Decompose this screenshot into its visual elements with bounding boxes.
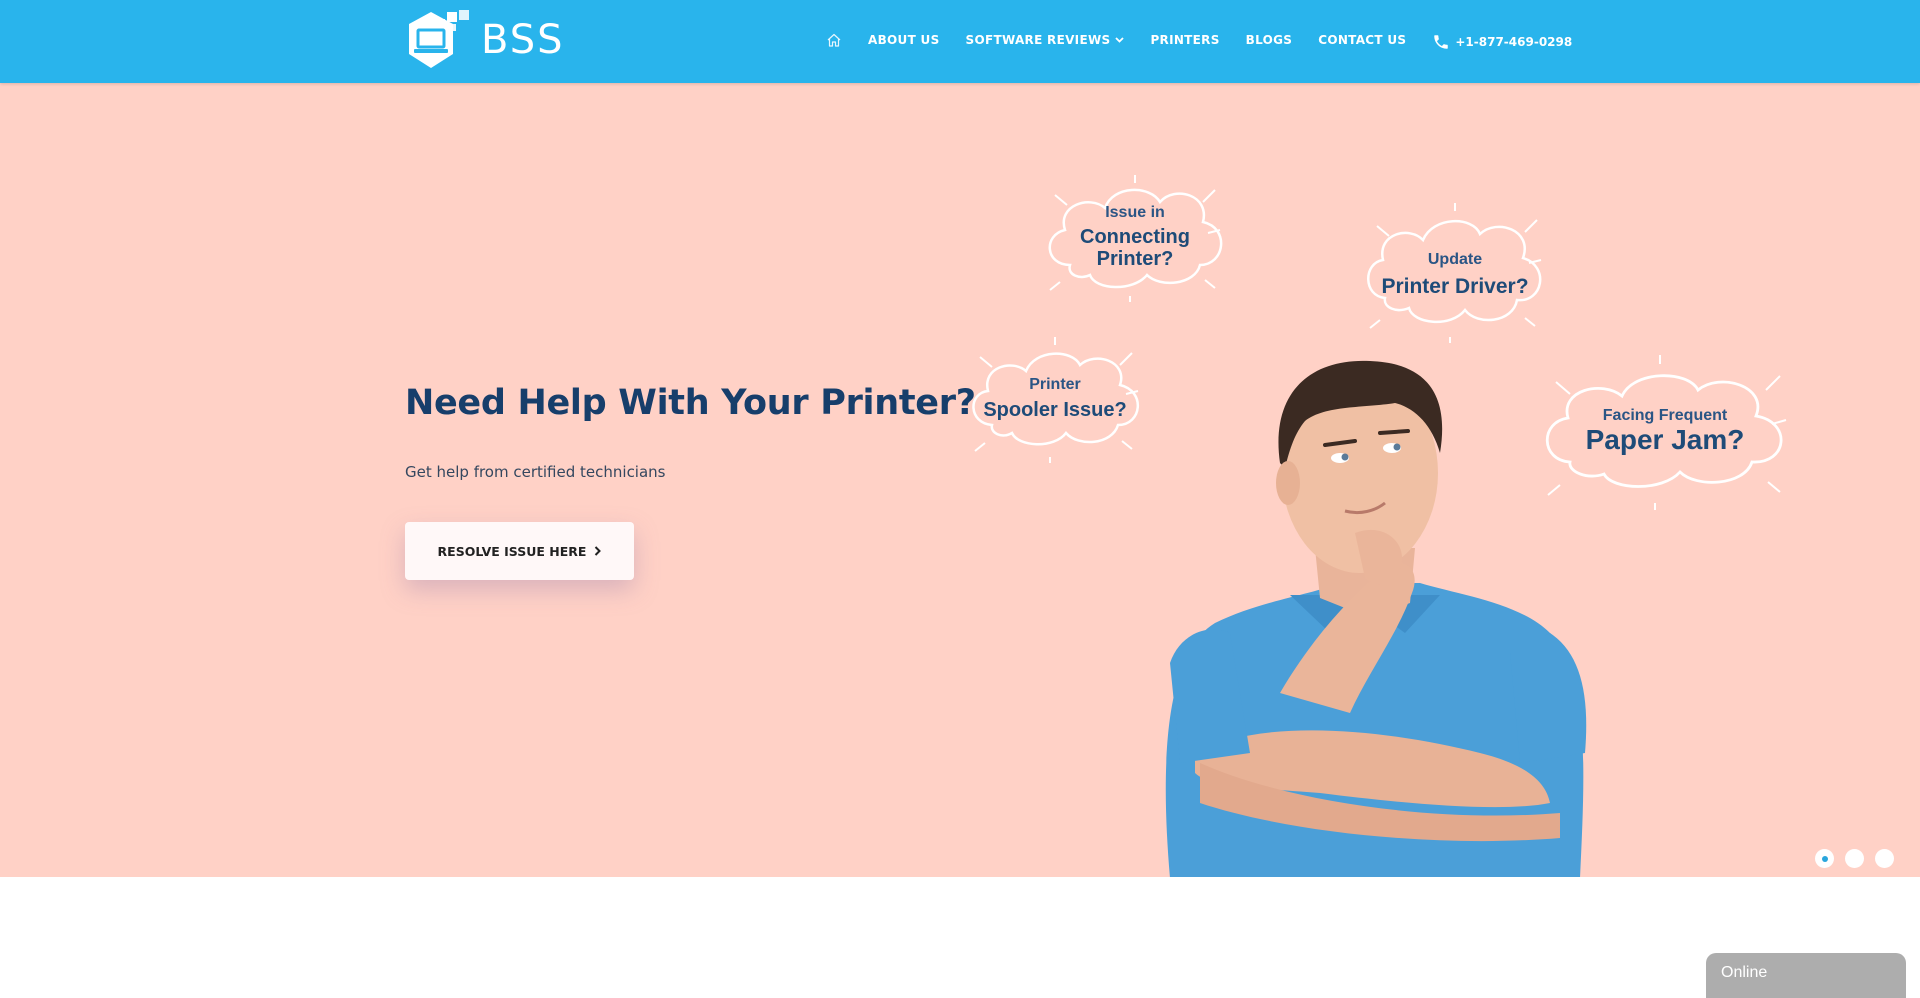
resolve-issue-button[interactable]: RESOLVE ISSUE HERE: [405, 522, 634, 580]
bubble-3-small: Printer: [1029, 376, 1081, 393]
bubble-1-big: Connecting Printer?: [1080, 225, 1190, 270]
resolve-issue-label: RESOLVE ISSUE HERE: [437, 543, 587, 559]
main-nav: ABOUT US SOFTWARE REVIEWS PRINTERS BLOGS…: [826, 0, 1572, 80]
bubble-3-big: Spooler Issue?: [983, 398, 1127, 421]
bubble-1-small: Issue in: [1105, 204, 1165, 221]
hero-title: Need Help With Your Printer?: [405, 383, 976, 423]
slider-dot-1[interactable]: [1815, 849, 1834, 868]
thought-bubble-driver: Update Printer Driver?: [1355, 198, 1555, 348]
logo[interactable]: BSS: [405, 10, 565, 70]
hero-slider: Need Help With Your Printer? Get help fr…: [0, 83, 1920, 877]
chat-status: Online: [1721, 964, 1768, 981]
nav-blogs-label: BLOGS: [1245, 33, 1293, 47]
nav-blogs[interactable]: BLOGS: [1246, 33, 1293, 47]
phone-link[interactable]: +1-877-469-0298: [1432, 33, 1572, 51]
nav-printers-label: PRINTERS: [1150, 33, 1220, 47]
nav-contact-us[interactable]: CONTACT US: [1318, 33, 1406, 47]
thought-bubble-connecting: Issue in Connecting Printer?: [1035, 170, 1235, 310]
bubble-2-big: Printer Driver?: [1381, 274, 1529, 298]
phone-icon: [1434, 35, 1449, 49]
nav-software-reviews[interactable]: SOFTWARE REVIEWS: [966, 33, 1125, 47]
slider-dot-2[interactable]: [1845, 849, 1864, 868]
logo-icon: [405, 10, 473, 70]
slider-pagination: [1815, 849, 1905, 868]
nav-about-us-label: ABOUT US: [868, 33, 940, 47]
nav-printers[interactable]: PRINTERS: [1150, 33, 1219, 47]
bubble-2-small: Update: [1427, 251, 1483, 268]
hero-subtitle: Get help from certified technicians: [405, 463, 666, 481]
chevron-right-icon: [594, 546, 602, 556]
nav-home[interactable]: [826, 32, 842, 48]
thought-bubble-spooler: Printer Spooler Issue?: [960, 333, 1150, 468]
chevron-down-icon: [1115, 37, 1125, 43]
nav-about-us[interactable]: ABOUT US: [868, 33, 940, 47]
site-header: BSS ABOUT US SOFTWARE REVIEWS PRINTERS B…: [0, 0, 1920, 83]
live-chat-widget[interactable]: Online: [1706, 953, 1906, 998]
brand-name: BSS: [481, 17, 565, 63]
slider-dot-3[interactable]: [1875, 849, 1894, 868]
thinking-man-image: [1140, 333, 1620, 877]
nav-contact-us-label: CONTACT US: [1318, 33, 1407, 47]
phone-number: +1-877-469-0298: [1455, 35, 1573, 49]
home-icon: [827, 33, 841, 47]
nav-software-reviews-label: SOFTWARE REVIEWS: [965, 33, 1111, 47]
